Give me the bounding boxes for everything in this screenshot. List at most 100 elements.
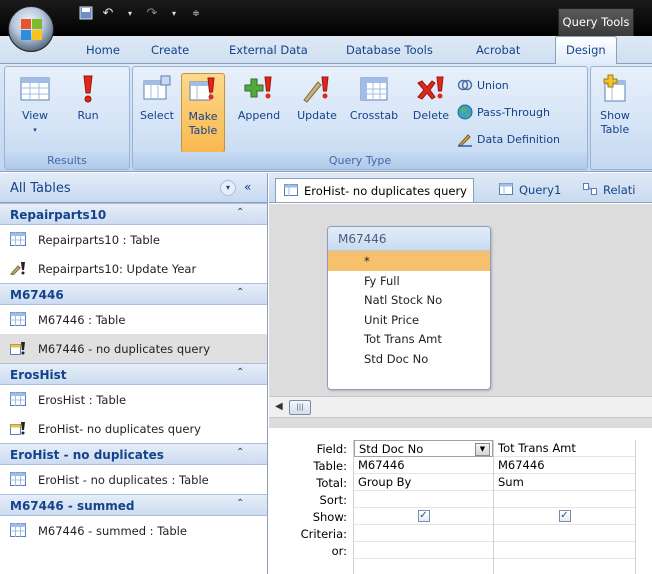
nav-item[interactable]: M67446 - no duplicates query (0, 334, 267, 363)
query-type-group: Select Make Table Append Update Crosstab… (132, 66, 588, 170)
nav-item-label: EroHist- no duplicates query (38, 422, 201, 436)
field-list-item[interactable]: Fy Full (328, 271, 490, 291)
doc-tab-erohist-query[interactable]: EroHist- no duplicates query (275, 178, 474, 202)
customize-qat-icon[interactable]: ≑ (188, 6, 204, 22)
data-definition-button[interactable]: Data Definition (457, 129, 560, 149)
tab-acrobat[interactable]: Acrobat (476, 43, 520, 57)
collapse-group-icon[interactable]: ⌃ (236, 207, 244, 218)
nav-item[interactable]: Repairparts10 : Table (0, 225, 267, 254)
scroll-thumb[interactable]: ||| (289, 400, 311, 415)
collapse-group-icon[interactable]: ⌃ (236, 367, 244, 378)
field-cell[interactable]: Tot Trans Amt (494, 440, 635, 457)
grid-column-2[interactable]: Tot Trans Amt M67446 Sum ✓ (493, 440, 635, 574)
tab-database-tools[interactable]: Database Tools (346, 43, 433, 57)
nav-item[interactable]: M67446 - summed : Table (0, 516, 267, 545)
collapse-group-icon[interactable]: ⌃ (236, 498, 244, 509)
dropdown-arrow-icon[interactable]: ▾ (122, 6, 138, 22)
make-table-button[interactable]: Make Table (181, 73, 225, 153)
pane-splitter[interactable] (269, 418, 652, 428)
criteria-cell[interactable] (354, 525, 493, 542)
undo-icon[interactable]: ↶ (100, 6, 116, 22)
field-list-title[interactable]: M67446 (328, 227, 490, 251)
field-list-item[interactable]: Natl Stock No (328, 290, 490, 310)
pass-through-button[interactable]: Pass-Through (457, 102, 550, 122)
grid-column-1[interactable]: Std Doc No ▼ M67446 Group By ✓ (353, 440, 493, 574)
collapse-group-icon[interactable]: ⌃ (236, 447, 244, 458)
delete-button[interactable]: Delete (407, 73, 455, 153)
update-button[interactable]: Update (289, 73, 345, 153)
run-button[interactable]: Run (71, 73, 105, 153)
grid-column-3[interactable] (635, 440, 652, 574)
or-cell[interactable] (354, 542, 493, 559)
tab-create[interactable]: Create (151, 43, 189, 57)
grid-row-label: Show: (312, 510, 347, 524)
nav-item[interactable]: ErosHist : Table (0, 385, 267, 414)
field-list-item[interactable]: Tot Trans Amt (328, 329, 490, 349)
table-cell[interactable]: M67446 (494, 457, 635, 474)
relationships-icon (583, 183, 597, 195)
dropdown-arrow-icon[interactable]: ▾ (166, 6, 182, 22)
append-button[interactable]: Append (229, 73, 289, 153)
datasheet-view-icon (19, 73, 51, 105)
union-button[interactable]: Union (457, 75, 509, 95)
select-query-button[interactable]: Select (137, 73, 177, 153)
nav-item[interactable]: M67446 : Table (0, 305, 267, 334)
sort-cell[interactable] (354, 491, 493, 508)
chevron-down-icon[interactable]: ▾ (220, 180, 236, 196)
office-button[interactable] (8, 6, 54, 52)
table-icon (10, 392, 26, 406)
save-icon[interactable] (78, 6, 94, 22)
tab-design[interactable]: Design (555, 36, 617, 65)
show-cell: ✓ (494, 508, 635, 525)
total-cell[interactable]: Group By (354, 474, 493, 491)
design-grid: Field: Table: Total: Sort: Show: Criteria: or:… (269, 428, 652, 574)
show-table-button[interactable]: Show Table (595, 73, 635, 153)
chevron-down-icon[interactable]: ▼ (475, 443, 490, 456)
query-type-group-label: Query Type (133, 152, 587, 169)
nav-group-header[interactable]: EroHist - no duplicates ⌃ (0, 443, 267, 465)
nav-groups: Repairparts10 ⌃ Repairparts10 : Table Repai… (0, 203, 267, 545)
view-button[interactable]: View ▾ (17, 73, 53, 153)
results-group-label: Results (5, 152, 129, 169)
make-table-label-1: Make (188, 110, 218, 123)
nav-group-header[interactable]: Repairparts10 ⌃ (0, 203, 267, 225)
horizontal-scrollbar[interactable]: ◀ ||| (269, 396, 652, 418)
nav-pane-header[interactable]: All Tables ▾ « (0, 173, 267, 203)
collapse-group-icon[interactable]: ⌃ (236, 287, 244, 298)
field-list-item-all[interactable]: * (328, 251, 490, 271)
show-checkbox[interactable]: ✓ (417, 510, 430, 522)
show-checkbox[interactable]: ✓ (558, 510, 571, 522)
field-list-item[interactable]: Std Doc No (328, 349, 490, 369)
nav-group-header[interactable]: M67446 ⌃ (0, 283, 267, 305)
union-label: Union (477, 78, 509, 92)
doc-tab-relationships[interactable]: Relati (575, 178, 642, 202)
nav-item-label: Repairparts10: Update Year (38, 262, 197, 276)
tab-home[interactable]: Home (86, 43, 120, 57)
nav-pane-title: All Tables (10, 181, 71, 196)
pen-definition-icon (457, 131, 473, 147)
ribbon: View ▾ Run Results Select Make Table App… (0, 64, 652, 172)
doc-tab-query1[interactable]: Query1 (491, 178, 567, 202)
navigation-pane: All Tables ▾ « Repairparts10 ⌃ Repairparts… (0, 173, 268, 574)
sort-cell[interactable] (494, 491, 635, 508)
redo-icon[interactable]: ↷ (144, 6, 160, 22)
nav-group-header[interactable]: M67446 - summed ⌃ (0, 494, 267, 516)
field-cell[interactable]: Std Doc No ▼ (354, 440, 493, 457)
crosstab-button[interactable]: Crosstab (345, 73, 403, 153)
field-list-item[interactable]: Unit Price (328, 310, 490, 330)
criteria-cell[interactable] (494, 525, 635, 542)
nav-item[interactable]: EroHist - no duplicates : Table (0, 465, 267, 494)
nav-item[interactable]: EroHist- no duplicates query (0, 414, 267, 443)
nav-item-label: M67446 - summed : Table (38, 524, 187, 538)
nav-item[interactable]: Repairparts10: Update Year (0, 254, 267, 283)
total-cell[interactable]: Sum (494, 474, 635, 491)
scroll-left-arrow-icon[interactable]: ◀ (275, 401, 283, 412)
tab-external-data[interactable]: External Data (229, 43, 308, 57)
collapse-pane-icon[interactable]: « (244, 180, 251, 194)
grid-row-label: Table: (313, 459, 347, 473)
show-table-label-2: Table (600, 123, 630, 136)
nav-group-header[interactable]: ErosHist ⌃ (0, 363, 267, 385)
table-cell[interactable]: M67446 (354, 457, 493, 474)
field-list-m67446[interactable]: M67446 * Fy Full Natl Stock No Unit Pric… (327, 226, 491, 390)
or-cell[interactable] (494, 542, 635, 559)
